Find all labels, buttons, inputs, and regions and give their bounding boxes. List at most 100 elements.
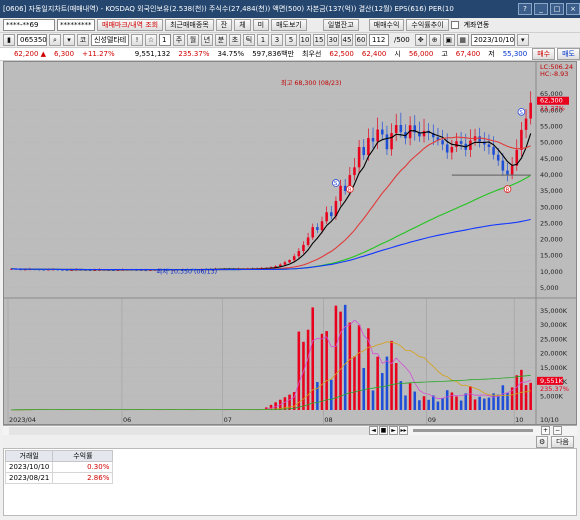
daily-balance-button[interactable]: 일별잔고 <box>322 19 359 31</box>
maximize-button[interactable]: □ <box>550 3 564 15</box>
fast-forward-button[interactable]: ▸▸ <box>399 426 408 435</box>
bid-price: 62,400 <box>361 50 387 58</box>
trade-mark-query-button[interactable]: 매매마크/내역 조회 <box>97 19 164 31</box>
scroll-track[interactable] <box>9 426 369 435</box>
next-button[interactable]: 다음 <box>551 436 574 448</box>
candle-body <box>492 147 495 155</box>
ask-price: 62,500 <box>329 50 354 58</box>
stock-code-input[interactable]: 065350 <box>17 34 47 46</box>
interval-5-button[interactable]: 5 <box>285 34 297 46</box>
sell-button[interactable]: 매도 <box>557 48 580 60</box>
volume-bar <box>464 393 468 410</box>
zoom-slider[interactable] <box>413 429 533 432</box>
volume-bar <box>404 395 407 410</box>
candle-body <box>288 260 291 263</box>
volume-bar <box>483 398 486 410</box>
volume-bar <box>357 325 361 410</box>
period-tick-button[interactable]: 틱 <box>243 34 255 46</box>
zoom-in-button[interactable]: + <box>541 426 550 435</box>
candle-body <box>459 141 463 144</box>
volume-tick-label: 5,000K <box>540 392 564 400</box>
close-button[interactable]: × <box>566 3 580 15</box>
candle-body <box>357 147 361 168</box>
volume-bar <box>492 393 495 410</box>
current-volume-tag: 9,551K <box>540 377 564 385</box>
play-button[interactable]: ► <box>389 426 398 435</box>
count-input[interactable]: 112 <box>369 34 389 46</box>
password-input[interactable]: ********* <box>57 19 95 31</box>
zoom-out-button[interactable]: − <box>553 426 562 435</box>
scroll-right-button[interactable]: ◄ <box>369 426 378 435</box>
help-button[interactable]: ? <box>518 3 532 15</box>
chart-area[interactable]: 65,000 60,000 55,000 50,000 45,000 40,000 35,0… <box>3 61 577 425</box>
date-input[interactable]: 2023/10/10 <box>470 34 515 46</box>
zoom-icon[interactable]: ⊕ <box>428 34 441 46</box>
date-dropdown-icon[interactable]: ▾ <box>516 34 529 46</box>
x-tick-label: 2023/04 <box>9 416 36 424</box>
calendar-icon[interactable]: ▦ <box>456 34 469 46</box>
bottom-bar: ⚙ 다음 <box>3 436 577 448</box>
candle-body <box>283 262 287 265</box>
buy-button[interactable]: 매수 <box>532 48 556 60</box>
interval-3-button[interactable]: 3 <box>271 34 283 46</box>
interval-1-button[interactable]: 1 <box>257 34 269 46</box>
stop-button[interactable]: ■ <box>379 426 388 435</box>
volume-bar <box>418 400 421 410</box>
price-tick-label: 55,000 <box>540 123 563 131</box>
profit-trend-button[interactable]: 수익률추이 <box>406 19 449 31</box>
interval-60-button[interactable]: 60 <box>355 34 367 46</box>
buy-marker-label: B <box>348 187 352 193</box>
volume-bar <box>524 385 528 410</box>
unfilled-button[interactable]: 미 <box>252 19 270 31</box>
volume-tick-label: 35,000K <box>540 307 568 315</box>
period-minute-button[interactable]: 분 <box>215 34 227 46</box>
stock-chart[interactable]: 65,00060,00055,00050,00045,00040,00035,0… <box>4 62 576 424</box>
chart-scrollbar[interactable]: ◄ ■ ► ▸▸ + − <box>3 425 577 435</box>
volume-bar <box>339 311 342 410</box>
balance-button[interactable]: 잔 <box>215 19 233 31</box>
period-month-button[interactable]: 월 <box>187 34 199 46</box>
search-icon[interactable]: ⌕ <box>49 34 61 46</box>
account-link-checkbox[interactable] <box>450 21 459 29</box>
drag-icon[interactable]: ✥ <box>414 34 427 46</box>
interval-30-button[interactable]: 30 <box>327 34 339 46</box>
candle-body <box>339 185 342 201</box>
dropdown-icon[interactable]: ▾ <box>63 34 75 46</box>
price-tick-label: 10,000 <box>540 268 563 276</box>
view-sell-button[interactable]: 매도보기 <box>271 19 307 31</box>
volume-bar <box>334 305 338 410</box>
price-tick-label: 50,000 <box>540 139 563 147</box>
candle-body <box>343 185 347 191</box>
volume-bar <box>399 381 403 410</box>
interval-45-button[interactable]: 45 <box>341 34 353 46</box>
volume-rate-tag: 235.37% <box>540 385 569 393</box>
period-year-button[interactable]: 년 <box>201 34 213 46</box>
best-label: 최우선 <box>302 50 322 58</box>
table-row[interactable]: 2023/10/10 0.30% <box>4 461 114 473</box>
period-value[interactable]: 1 <box>159 34 171 46</box>
period-second-button[interactable]: 초 <box>229 34 241 46</box>
alert-icon[interactable]: ! <box>131 34 143 46</box>
candle-body <box>394 125 398 134</box>
recent-stocks-button[interactable]: 최근매매종목 <box>165 19 214 31</box>
table-row[interactable]: 2023/08/21 2.86% <box>4 472 114 484</box>
candle-body <box>520 129 523 150</box>
minimize-button[interactable]: _ <box>534 3 548 15</box>
filled-button[interactable]: 체 <box>234 19 251 31</box>
favorite-icon[interactable]: ☆ <box>145 34 157 46</box>
low-price: 55,300 <box>502 50 528 58</box>
interval-15-button[interactable]: 15 <box>313 34 325 46</box>
candle-body <box>316 227 319 231</box>
volume-bar <box>441 398 444 410</box>
volume-bar <box>381 373 384 410</box>
volume-bar <box>427 399 430 410</box>
account-select[interactable]: ****-**69 <box>3 19 55 31</box>
volume-bar <box>311 307 315 410</box>
trade-profit-button[interactable]: 매매수익 <box>368 19 405 31</box>
save-icon[interactable]: ▣ <box>442 34 455 46</box>
volume-tick-label: 15,000K <box>540 364 568 372</box>
interval-10-button[interactable]: 10 <box>299 34 311 46</box>
period-week-button[interactable]: 주 <box>173 34 185 46</box>
settings-icon[interactable]: ⚙ <box>536 436 549 448</box>
chart-icon[interactable]: ▮ <box>3 34 15 46</box>
